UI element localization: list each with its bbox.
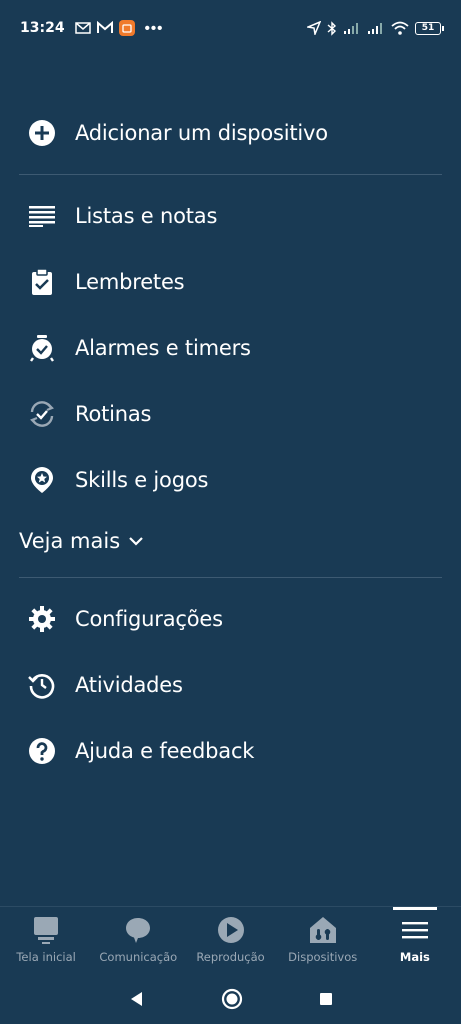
menu-item-lists[interactable]: Listas e notas xyxy=(0,183,461,249)
menu-item-label: Alarmes e timers xyxy=(75,336,251,360)
menu-item-label: Rotinas xyxy=(75,402,152,426)
add-device-item[interactable]: Adicionar um dispositivo xyxy=(0,100,461,166)
status-more-dots: ••• xyxy=(144,19,164,37)
see-more-label: Veja mais xyxy=(19,529,121,553)
menu-item-label: Lembretes xyxy=(75,270,185,294)
menu-item-routines[interactable]: Rotinas xyxy=(0,381,461,447)
gmail-icon xyxy=(96,21,113,33)
play-icon xyxy=(217,917,244,943)
add-circle-icon xyxy=(27,118,57,148)
bluetooth-icon xyxy=(327,20,337,36)
nav-tab-devices[interactable]: Dispositivos xyxy=(277,907,369,974)
nav-tab-more[interactable]: Mais xyxy=(369,907,461,974)
status-bar: 13:24 ••• 51 xyxy=(0,0,461,56)
home-icon xyxy=(34,917,59,944)
system-navigation xyxy=(0,974,461,1024)
nav-label: Tela inicial xyxy=(16,950,76,964)
routines-icon xyxy=(27,399,57,429)
skills-icon xyxy=(27,465,57,495)
more-menu: Adicionar um dispositivo Listas e notas … xyxy=(0,100,461,784)
menu-icon xyxy=(401,922,428,939)
gear-icon xyxy=(27,604,57,634)
nav-tab-communication[interactable]: Comunicação xyxy=(92,907,184,974)
nav-label: Reprodução xyxy=(196,950,265,964)
mail-x-icon xyxy=(74,22,91,34)
signal-icon xyxy=(368,22,382,34)
add-device-label: Adicionar um dispositivo xyxy=(75,121,328,145)
status-notification-icons xyxy=(74,20,135,36)
nav-label: Mais xyxy=(399,950,430,964)
app-notification-icon xyxy=(118,20,135,36)
chat-icon xyxy=(126,918,151,943)
alarm-icon xyxy=(27,333,57,363)
menu-item-label: Listas e notas xyxy=(75,204,218,228)
back-icon[interactable] xyxy=(128,990,146,1008)
menu-item-settings[interactable]: Configurações xyxy=(0,586,461,652)
menu-item-activity[interactable]: Atividades xyxy=(0,652,461,718)
help-icon xyxy=(27,736,57,766)
list-icon xyxy=(27,201,57,231)
signal-icon xyxy=(344,22,358,34)
bottom-navigation: Tela inicial Comunicação Reprodução Disp… xyxy=(0,906,461,974)
status-time: 13:24 xyxy=(20,20,65,36)
nav-tab-home[interactable]: Tela inicial xyxy=(0,907,92,974)
menu-item-alarms[interactable]: Alarmes e timers xyxy=(0,315,461,381)
menu-item-label: Atividades xyxy=(75,673,183,697)
chevron-down-icon xyxy=(129,537,143,546)
devices-icon xyxy=(309,917,336,943)
recents-icon[interactable] xyxy=(318,991,334,1007)
wifi-icon xyxy=(391,21,409,35)
menu-item-skills[interactable]: Skills e jogos xyxy=(0,447,461,513)
battery-icon: 51 xyxy=(415,21,444,35)
nav-tab-playback[interactable]: Reprodução xyxy=(184,907,276,974)
clipboard-check-icon xyxy=(27,267,57,297)
status-system-icons: 51 xyxy=(307,20,444,36)
divider xyxy=(19,174,442,175)
history-icon xyxy=(27,670,57,700)
home-button-icon[interactable] xyxy=(221,988,243,1010)
menu-item-label: Ajuda e feedback xyxy=(75,739,255,763)
menu-item-label: Skills e jogos xyxy=(75,468,209,492)
nav-label: Comunicação xyxy=(99,950,178,964)
see-more-button[interactable]: Veja mais xyxy=(0,513,461,569)
location-icon xyxy=(307,21,321,35)
menu-item-reminders[interactable]: Lembretes xyxy=(0,249,461,315)
menu-item-label: Configurações xyxy=(75,607,223,631)
nav-label: Dispositivos xyxy=(288,950,358,964)
menu-item-help[interactable]: Ajuda e feedback xyxy=(0,718,461,784)
divider xyxy=(19,577,442,578)
